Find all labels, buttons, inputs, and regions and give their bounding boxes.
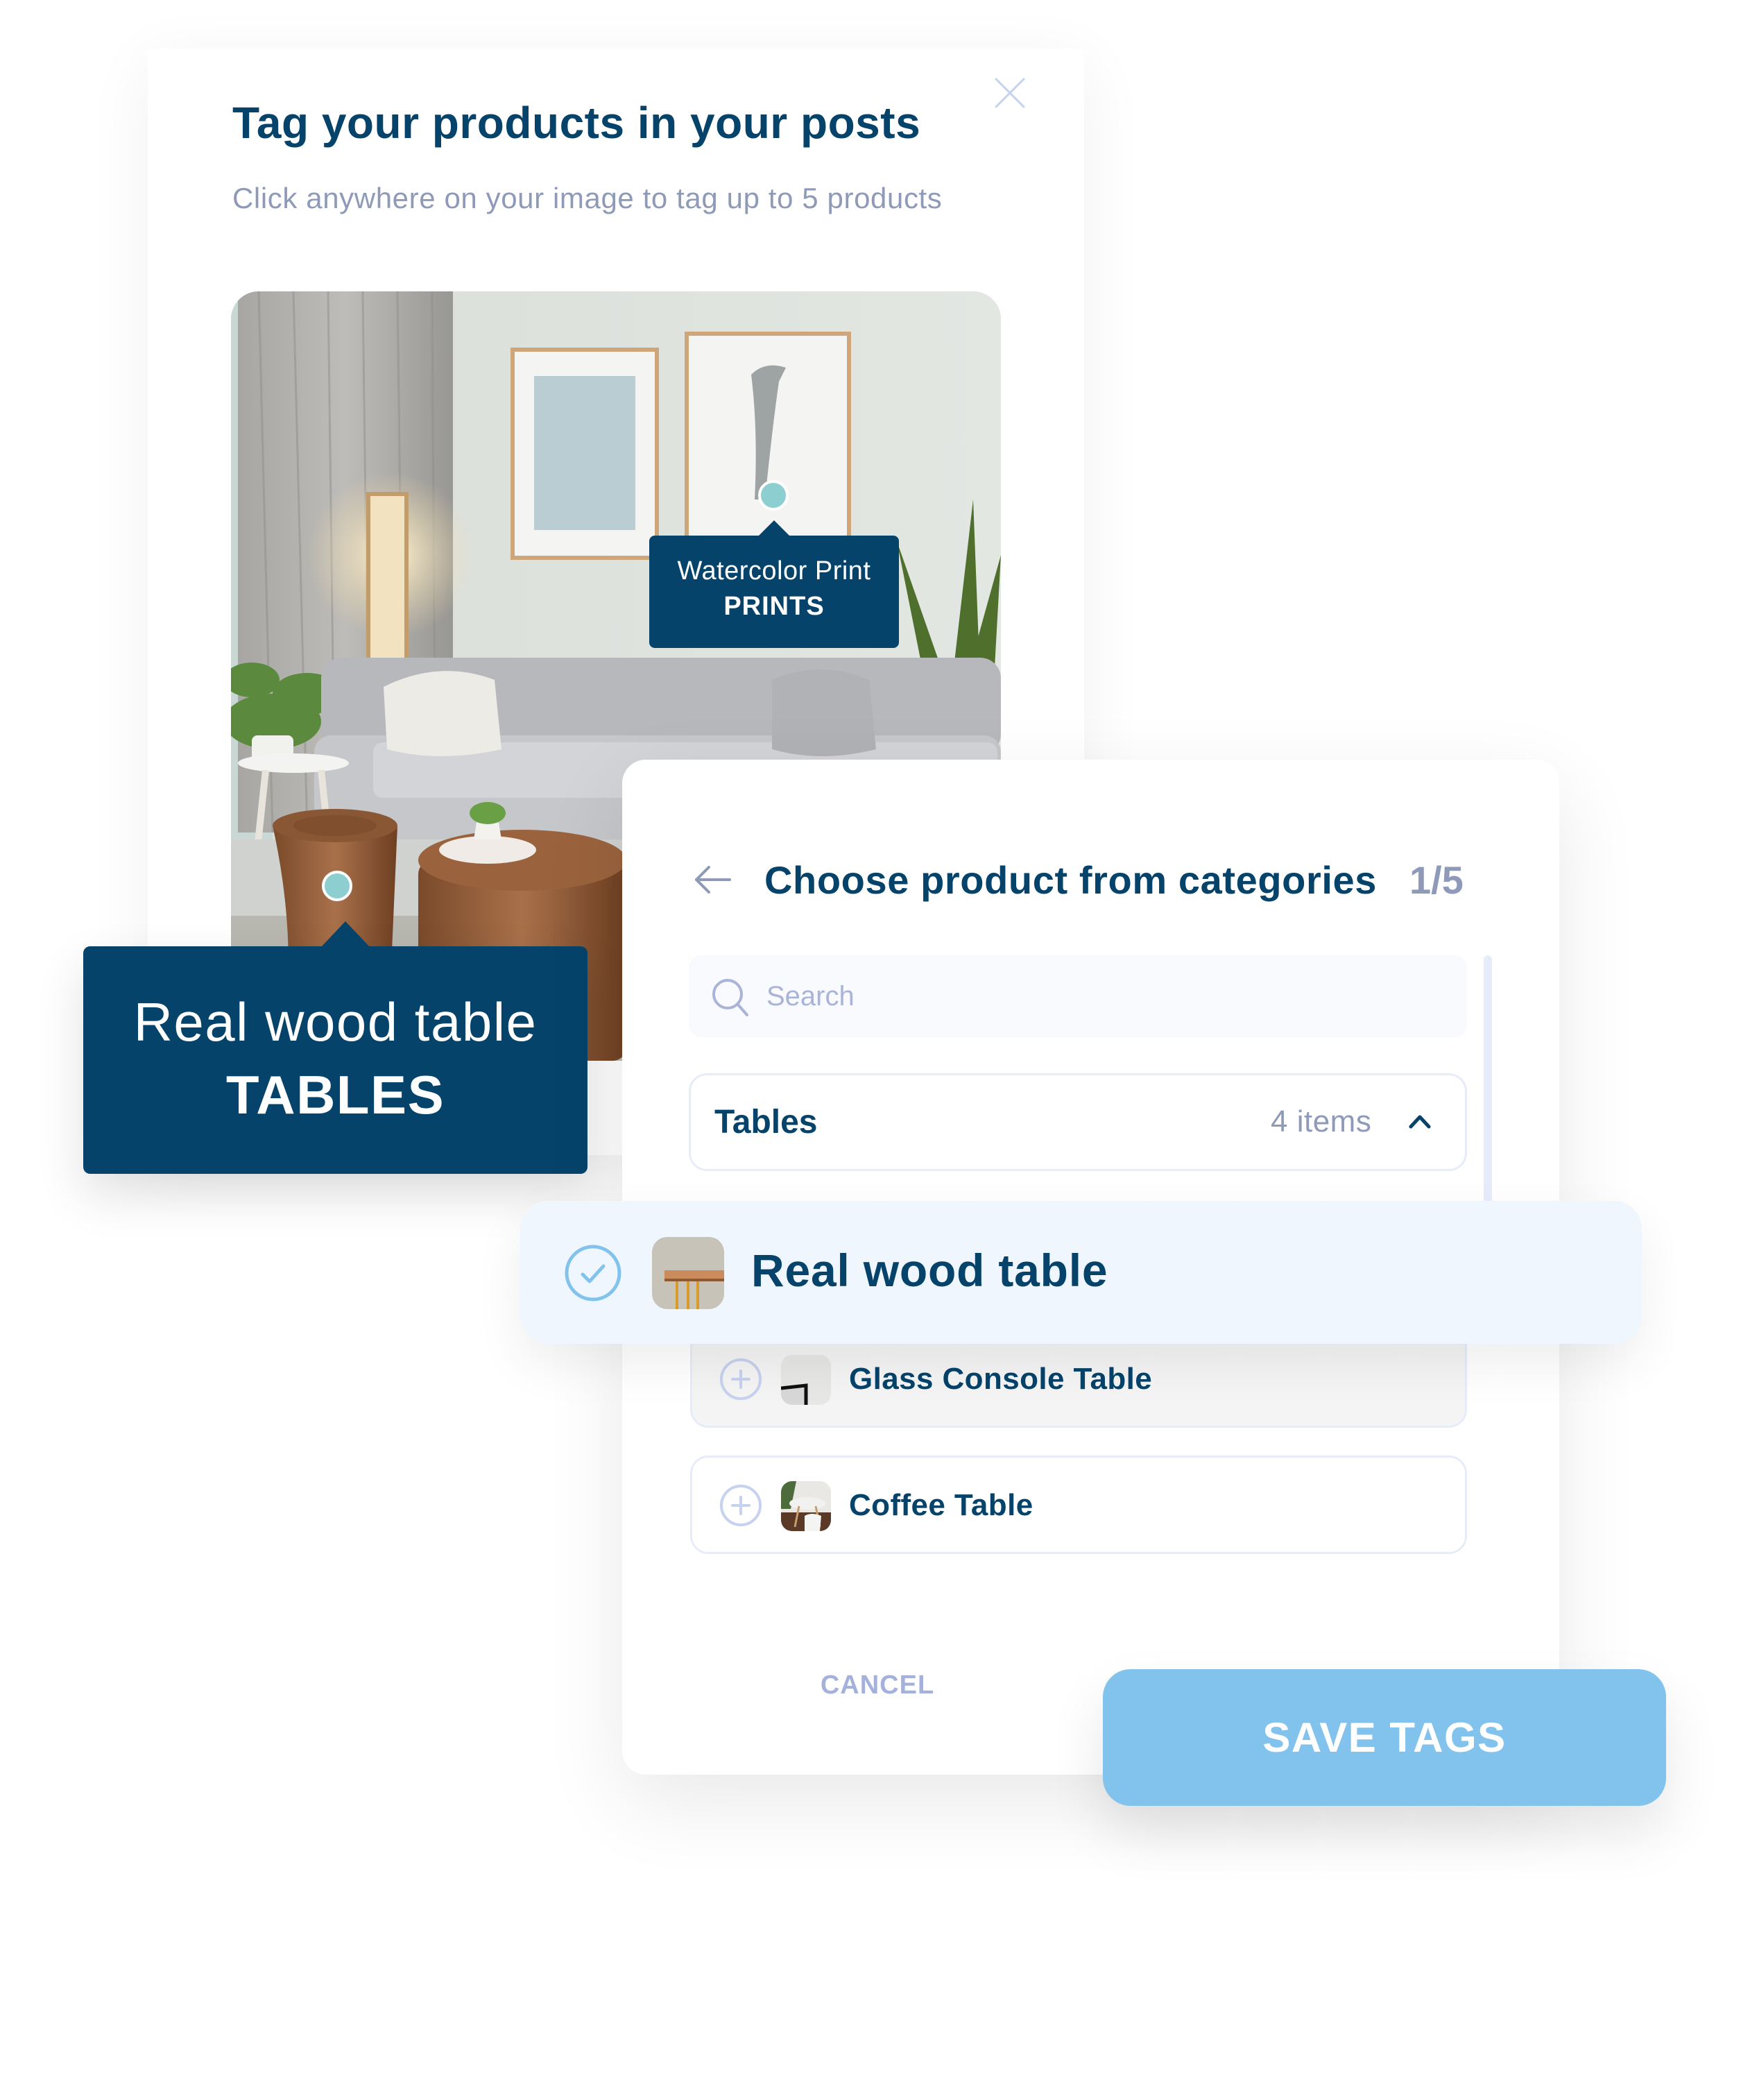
product-name: Real wood table (751, 1245, 1108, 1296)
product-list-item[interactable]: Coffee Table (690, 1456, 1467, 1554)
search-field[interactable] (689, 955, 1467, 1037)
modal-subtitle: Click anywhere on your image to tag up t… (232, 182, 943, 214)
search-icon (712, 979, 748, 1016)
tag-tooltip-table[interactable]: Real wood table TABLES (83, 946, 587, 1174)
modal-title: Tag your products in your posts (232, 98, 921, 148)
list-scrollbar[interactable] (1484, 955, 1492, 1205)
category-accordion-tables[interactable]: Tables 4 items (689, 1073, 1467, 1171)
tag-product-name: Watercolor Print (677, 556, 871, 586)
plus-circle-icon[interactable] (719, 1357, 763, 1401)
product-name: Glass Console Table (849, 1362, 1153, 1396)
cancel-button[interactable]: CANCEL (798, 1664, 957, 1707)
product-thumbnail (781, 1355, 831, 1405)
tag-counter: 1/5 (1409, 858, 1464, 902)
tag-marker-print[interactable] (758, 480, 789, 511)
tag-tooltip-print[interactable]: Watercolor Print PRINTS (649, 536, 899, 648)
check-circle-icon[interactable] (563, 1243, 623, 1303)
chevron-up-icon (1409, 1115, 1431, 1129)
panel-title: Choose product from categories (764, 858, 1378, 902)
save-tags-button[interactable]: SAVE TAGS (1103, 1669, 1666, 1806)
product-thumbnail (781, 1481, 831, 1531)
tag-category: TABLES (225, 1064, 445, 1125)
product-list-item-selected[interactable]: Real wood table (520, 1201, 1642, 1344)
tag-category: PRINTS (723, 592, 825, 621)
plus-circle-icon[interactable] (719, 1483, 763, 1528)
tag-marker-table[interactable] (322, 871, 352, 901)
close-button[interactable] (992, 75, 1028, 111)
back-button[interactable] (694, 864, 732, 895)
tag-product-name: Real wood table (133, 991, 538, 1052)
category-name: Tables (714, 1104, 818, 1141)
product-name: Coffee Table (849, 1488, 1033, 1522)
close-icon (995, 78, 1025, 108)
arrow-left-icon (695, 866, 731, 894)
category-item-count: 4 items (1271, 1104, 1372, 1138)
product-thumbnail (652, 1237, 724, 1309)
search-input[interactable] (766, 972, 1432, 1021)
product-list-item[interactable]: Glass Console Table (690, 1329, 1467, 1428)
